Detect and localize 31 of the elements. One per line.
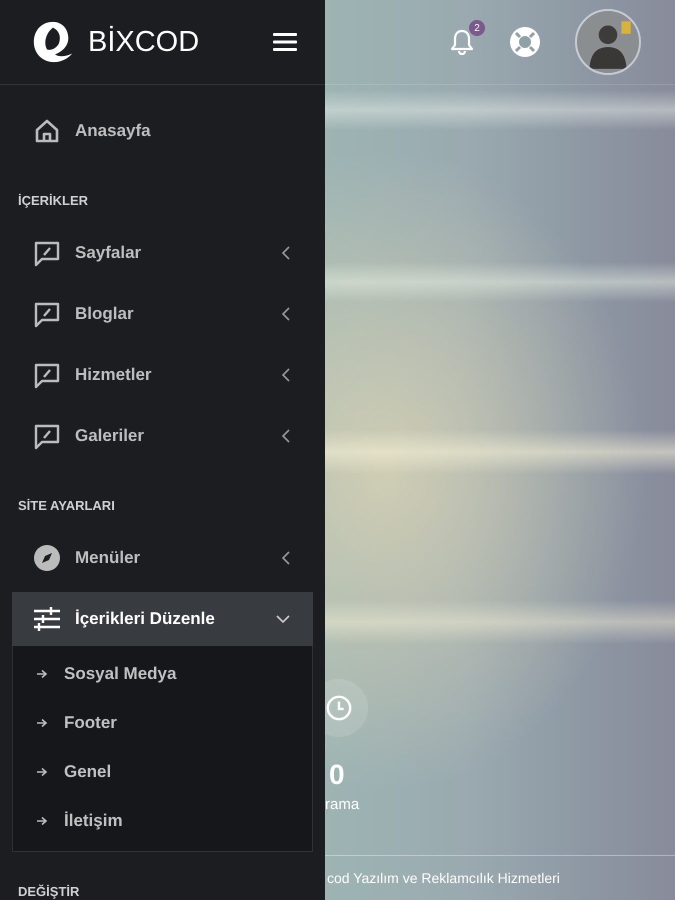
submenu-item[interactable]: Footer (13, 698, 312, 747)
lifebuoy-icon[interactable] (509, 26, 541, 58)
footer-text: cod Yazılım ve Reklamcılık Hizmetleri (327, 870, 560, 886)
sidebar-item[interactable]: Bloglar (12, 283, 313, 344)
arrow-right-icon (36, 668, 48, 678)
arrow-right-icon (36, 816, 48, 826)
sidebar-item[interactable]: Hizmetler (12, 344, 313, 405)
submenu-item[interactable]: Genel (13, 747, 312, 796)
sliders-icon (33, 605, 61, 633)
arrow-right-icon (36, 766, 48, 776)
avatar[interactable] (575, 9, 641, 75)
sidebar-item[interactable]: Menüler (12, 527, 313, 588)
submenu-item[interactable]: İletişim (13, 796, 312, 845)
menu-button[interactable] (273, 32, 297, 52)
sidebar-item[interactable]: İçerikleri Düzenle (12, 592, 313, 646)
section-heading: İÇERİKLER (18, 192, 90, 210)
stat-label: rama (325, 795, 360, 815)
bell-icon (449, 28, 475, 56)
brand-name: BİXCOD (88, 26, 200, 58)
section-heading: SİTE AYARLARI (18, 497, 116, 515)
stat-value: 0 (329, 759, 346, 791)
compass-icon (33, 544, 61, 572)
sidebar-item[interactable]: Sayfalar (12, 222, 313, 283)
notification-badge: 2 (469, 20, 485, 36)
arrow-right-icon (36, 718, 48, 728)
submenu-item[interactable]: Sosyal Medya (13, 649, 312, 698)
section-heading: DEĞİŞTİR (18, 883, 80, 900)
sidebar-item[interactable]: Galeriler (12, 405, 313, 466)
home-icon (33, 116, 61, 144)
sidebar-item[interactable]: Anasayfa (12, 100, 313, 161)
notifications-button[interactable]: 2 (449, 18, 487, 66)
